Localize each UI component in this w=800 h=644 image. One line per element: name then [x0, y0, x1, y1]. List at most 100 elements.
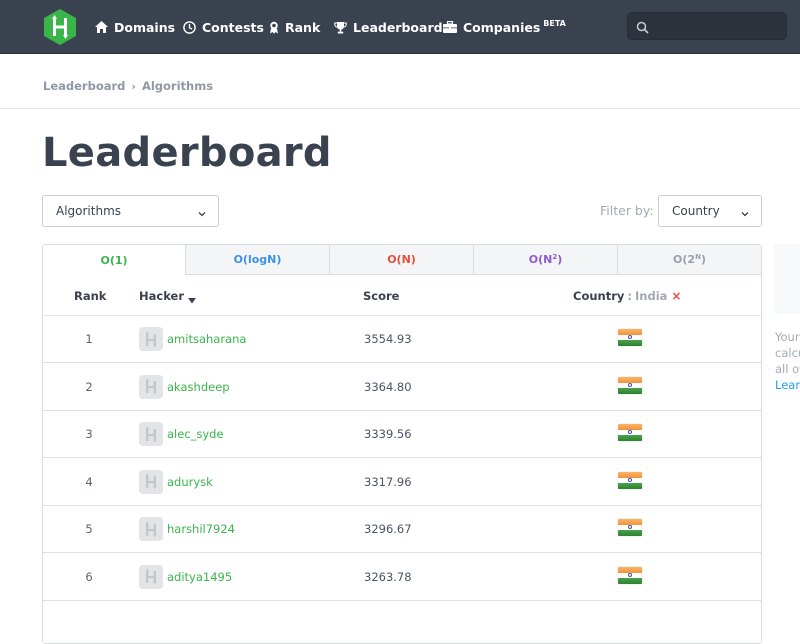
tab-o-n[interactable]: O(N): [329, 245, 473, 275]
page-title: Leaderboard: [42, 130, 332, 176]
avatar[interactable]: [139, 517, 163, 541]
top-navbar: Domains Contests Rank Leaderboard Compan…: [0, 0, 800, 54]
breadcrumb-leaderboard[interactable]: Leaderboard: [43, 79, 125, 93]
clear-filter-icon[interactable]: ×: [671, 289, 681, 303]
hacker-link[interactable]: adurysk: [167, 475, 213, 489]
learn-more-link[interactable]: Learn: [775, 377, 800, 393]
breadcrumb-algorithms[interactable]: Algorithms: [142, 79, 213, 93]
tab-o-1-label: O(1): [100, 253, 128, 267]
nav-rank-label: Rank: [285, 19, 321, 35]
score-cell: 3317.96: [364, 474, 412, 489]
india-flag-icon: [618, 424, 642, 441]
avatar-placeholder-icon: [145, 331, 157, 347]
rank-cell: 3: [85, 427, 93, 441]
breadcrumb: Leaderboard › Algorithms: [43, 79, 213, 93]
track-select-value: Algorithms: [56, 204, 122, 218]
tab-o-logn[interactable]: O(logN): [185, 245, 329, 275]
search-input[interactable]: [654, 13, 784, 39]
tab-o-n-squared-label: O(N: [528, 253, 553, 266]
avatar[interactable]: [139, 327, 163, 351]
clock-icon: [182, 20, 196, 34]
rank-cell: 1: [85, 332, 93, 346]
rank-cell: 2: [85, 379, 93, 394]
table-header: Rank Hacker Score Country : India ×: [43, 275, 761, 316]
side-text-line: calcu: [775, 346, 800, 360]
country-filter-value: India: [635, 289, 668, 303]
leaderboard-table: O(1) O(logN) O(N) O(N 2) O(2 N) Rank Hacke…: [42, 244, 762, 644]
caret-down-icon: [188, 293, 197, 304]
tab-o-n-squared-close: ): [557, 253, 563, 266]
complexity-tabs: O(1) O(logN) O(N) O(N 2) O(2 N): [43, 245, 761, 275]
avatar[interactable]: [139, 374, 163, 399]
tab-o-2-n[interactable]: O(2 N): [617, 245, 761, 275]
hacker-link[interactable]: harshil7924: [167, 522, 235, 536]
hacker-link[interactable]: alec_syde: [167, 427, 224, 441]
column-rank: Rank: [74, 289, 107, 303]
rank-cell: 6: [85, 569, 93, 584]
chevron-down-icon: [198, 207, 206, 217]
avatar[interactable]: [139, 469, 163, 494]
rank-cell: 4: [85, 474, 93, 489]
briefcase-icon: [443, 20, 457, 34]
side-panel-box: [774, 244, 800, 314]
tab-o-2-n-sup: N: [695, 252, 701, 261]
tab-o-n-label: O(N): [387, 253, 416, 266]
avatar-placeholder-icon: [145, 378, 157, 395]
score-cell: 3339.56: [364, 427, 412, 441]
country-filter-sep: :: [627, 289, 632, 303]
nav-companies-label: Companies: [463, 19, 541, 35]
column-hacker-label: Hacker: [139, 289, 185, 303]
table-row: 4 adurysk 3317.96: [43, 459, 761, 506]
tab-o-n-squared[interactable]: O(N 2): [473, 245, 617, 275]
chevron-down-icon: [741, 207, 749, 217]
nav-domains[interactable]: Domains: [94, 0, 175, 54]
avatar[interactable]: [139, 422, 163, 446]
table-row: 1 amitsaharana 3554.93: [43, 316, 761, 363]
hacker-link[interactable]: akashdeep: [167, 380, 230, 394]
logo-hexagon-icon: [44, 9, 76, 45]
nav-domains-label: Domains: [114, 19, 176, 35]
column-hacker[interactable]: Hacker: [139, 289, 197, 304]
nav-rank[interactable]: Rank: [269, 0, 320, 54]
tab-o-2-n-label: O(2: [673, 253, 696, 266]
filter-by-label: Filter by:: [600, 203, 654, 218]
score-cell: 3364.80: [364, 379, 412, 394]
trophy-icon: [333, 20, 347, 34]
breadcrumb-divider: [0, 108, 800, 109]
india-flag-icon: [618, 471, 642, 489]
hacker-link[interactable]: amitsaharana: [167, 332, 246, 346]
nav-contests-label: Contests: [202, 19, 264, 35]
tab-o-2-n-close: ): [700, 253, 706, 266]
side-panel-text: Your calcu all of Learn: [775, 329, 800, 393]
india-flag-icon: [618, 519, 642, 536]
medal-icon: [269, 20, 279, 34]
search-icon: [636, 20, 650, 34]
hacker-link[interactable]: aditya1495: [167, 570, 232, 584]
track-select[interactable]: Algorithms: [42, 195, 219, 227]
hackerrank-logo[interactable]: [42, 8, 78, 46]
rank-cell: 5: [85, 522, 93, 536]
avatar-placeholder-icon: [145, 521, 157, 537]
tab-o-1[interactable]: O(1): [43, 245, 185, 275]
search-field[interactable]: [627, 12, 787, 40]
column-country-label: Country: [573, 289, 625, 303]
score-cell: 3296.67: [364, 522, 412, 536]
nav-leaderboard-label: Leaderboard: [353, 19, 443, 35]
india-flag-icon: [618, 566, 642, 584]
beta-badge: BETA: [543, 18, 566, 28]
table-row: 3 alec_syde 3339.56: [43, 411, 761, 458]
home-icon: [94, 20, 108, 34]
table-row: 5 harshil7924 3296.67: [43, 506, 761, 553]
table-row: 2 akashdeep 3364.80: [43, 364, 761, 411]
avatar-placeholder-icon: [145, 568, 157, 585]
filter-select-value: Country: [672, 204, 720, 218]
filter-select[interactable]: Country: [658, 195, 762, 227]
tab-o-n-squared-sup: 2: [552, 252, 558, 261]
nav-companies[interactable]: Companies BETA: [443, 0, 566, 54]
india-flag-icon: [618, 376, 642, 394]
avatar[interactable]: [139, 564, 163, 589]
side-text-line: Your: [775, 330, 800, 344]
nav-leaderboard[interactable]: Leaderboard: [333, 0, 443, 54]
avatar-placeholder-icon: [145, 473, 157, 490]
nav-contests[interactable]: Contests: [182, 0, 264, 54]
